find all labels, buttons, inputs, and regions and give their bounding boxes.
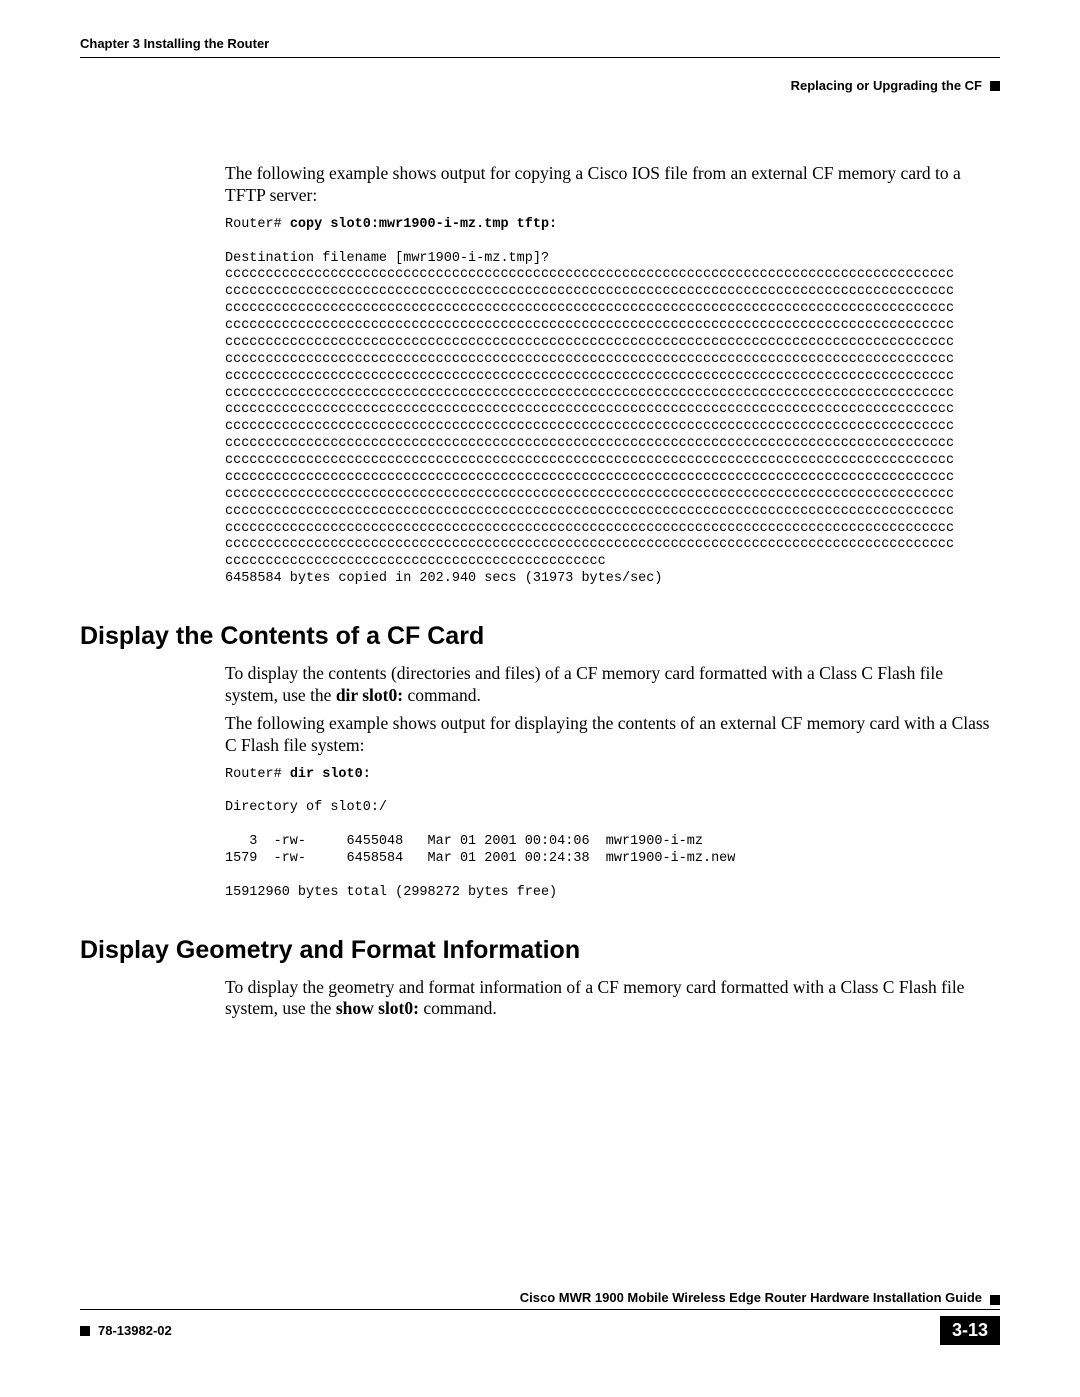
text-span: command.	[403, 685, 481, 705]
text-span: To display the contents (directories and…	[225, 663, 943, 705]
square-marker-icon	[990, 1295, 1000, 1305]
output-line: cccccccccccccccccccccccccccccccccccccccc…	[225, 521, 954, 536]
output-block: Directory of slot0:/ 3 -rw- 6455048 Mar …	[225, 800, 735, 899]
square-marker-icon	[990, 81, 1000, 91]
output-line: cccccccccccccccccccccccccccccccccccccccc…	[225, 267, 954, 282]
output-line: cccccccccccccccccccccccccccccccccccccccc…	[225, 369, 954, 384]
page-footer: Cisco MWR 1900 Mobile Wireless Edge Rout…	[80, 1290, 1000, 1345]
cli-prompt: Router#	[225, 217, 290, 232]
intro-paragraph: The following example shows output for c…	[225, 163, 1000, 207]
square-marker-icon	[80, 1326, 90, 1336]
heading-display-geometry: Display Geometry and Format Information	[80, 936, 1000, 965]
output-line: cccccccccccccccccccccccccccccccccccccccc…	[225, 419, 954, 434]
section-body: To display the contents (directories and…	[225, 663, 1000, 902]
cli-command: copy slot0:mwr1900-i-mz.tmp tftp:	[290, 217, 557, 232]
output-line: cccccccccccccccccccccccccccccccccccccccc…	[225, 301, 954, 316]
cli-output-1: Router# copy slot0:mwr1900-i-mz.tmp tftp…	[225, 217, 1000, 588]
output-line: cccccccccccccccccccccccccccccccccccccccc…	[225, 335, 954, 350]
output-line: cccccccccccccccccccccccccccccccccccccccc…	[225, 487, 954, 502]
output-line: 6458584 bytes copied in 202.940 secs (31…	[225, 571, 662, 586]
output-line: cccccccccccccccccccccccccccccccccccccccc…	[225, 470, 954, 485]
cli-command: dir slot0:	[290, 767, 371, 782]
paragraph: The following example shows output for d…	[225, 713, 1000, 757]
cli-prompt: Router#	[225, 767, 290, 782]
page-number: 3-13	[940, 1316, 1000, 1345]
output-line: cccccccccccccccccccccccccccccccccccccccc…	[225, 554, 606, 569]
output-line: cccccccccccccccccccccccccccccccccccccccc…	[225, 436, 954, 451]
doc-number: 78-13982-02	[98, 1323, 172, 1338]
output-line: cccccccccccccccccccccccccccccccccccccccc…	[225, 504, 954, 519]
output-line: cccccccccccccccccccccccccccccccccccccccc…	[225, 352, 954, 367]
chapter-label: Chapter 3 Installing the Router	[80, 36, 269, 51]
output-line: cccccccccccccccccccccccccccccccccccccccc…	[225, 402, 954, 417]
command-name: show slot0:	[336, 998, 419, 1018]
header-rule	[80, 57, 1000, 58]
output-line: cccccccccccccccccccccccccccccccccccccccc…	[225, 453, 954, 468]
output-line: cccccccccccccccccccccccccccccccccccccccc…	[225, 386, 954, 401]
body-content: The following example shows output for c…	[225, 163, 1000, 588]
paragraph: To display the contents (directories and…	[225, 663, 1000, 707]
text-span: command.	[419, 998, 497, 1018]
output-line: Destination filename [mwr1900-i-mz.tmp]?	[225, 251, 549, 266]
output-line: cccccccccccccccccccccccccccccccccccccccc…	[225, 537, 954, 552]
command-name: dir slot0:	[336, 685, 403, 705]
section-label: Replacing or Upgrading the CF	[791, 78, 982, 93]
paragraph: To display the geometry and format infor…	[225, 977, 1000, 1021]
section-body: To display the geometry and format infor…	[225, 977, 1000, 1021]
running-header: Chapter 3 Installing the Router Replacin…	[80, 36, 1000, 93]
output-line: cccccccccccccccccccccccccccccccccccccccc…	[225, 318, 954, 333]
cli-output-2: Router# dir slot0: Directory of slot0:/ …	[225, 767, 1000, 902]
heading-display-contents: Display the Contents of a CF Card	[80, 622, 1000, 651]
output-line: cccccccccccccccccccccccccccccccccccccccc…	[225, 284, 954, 299]
footer-book-title: Cisco MWR 1900 Mobile Wireless Edge Rout…	[520, 1290, 982, 1305]
